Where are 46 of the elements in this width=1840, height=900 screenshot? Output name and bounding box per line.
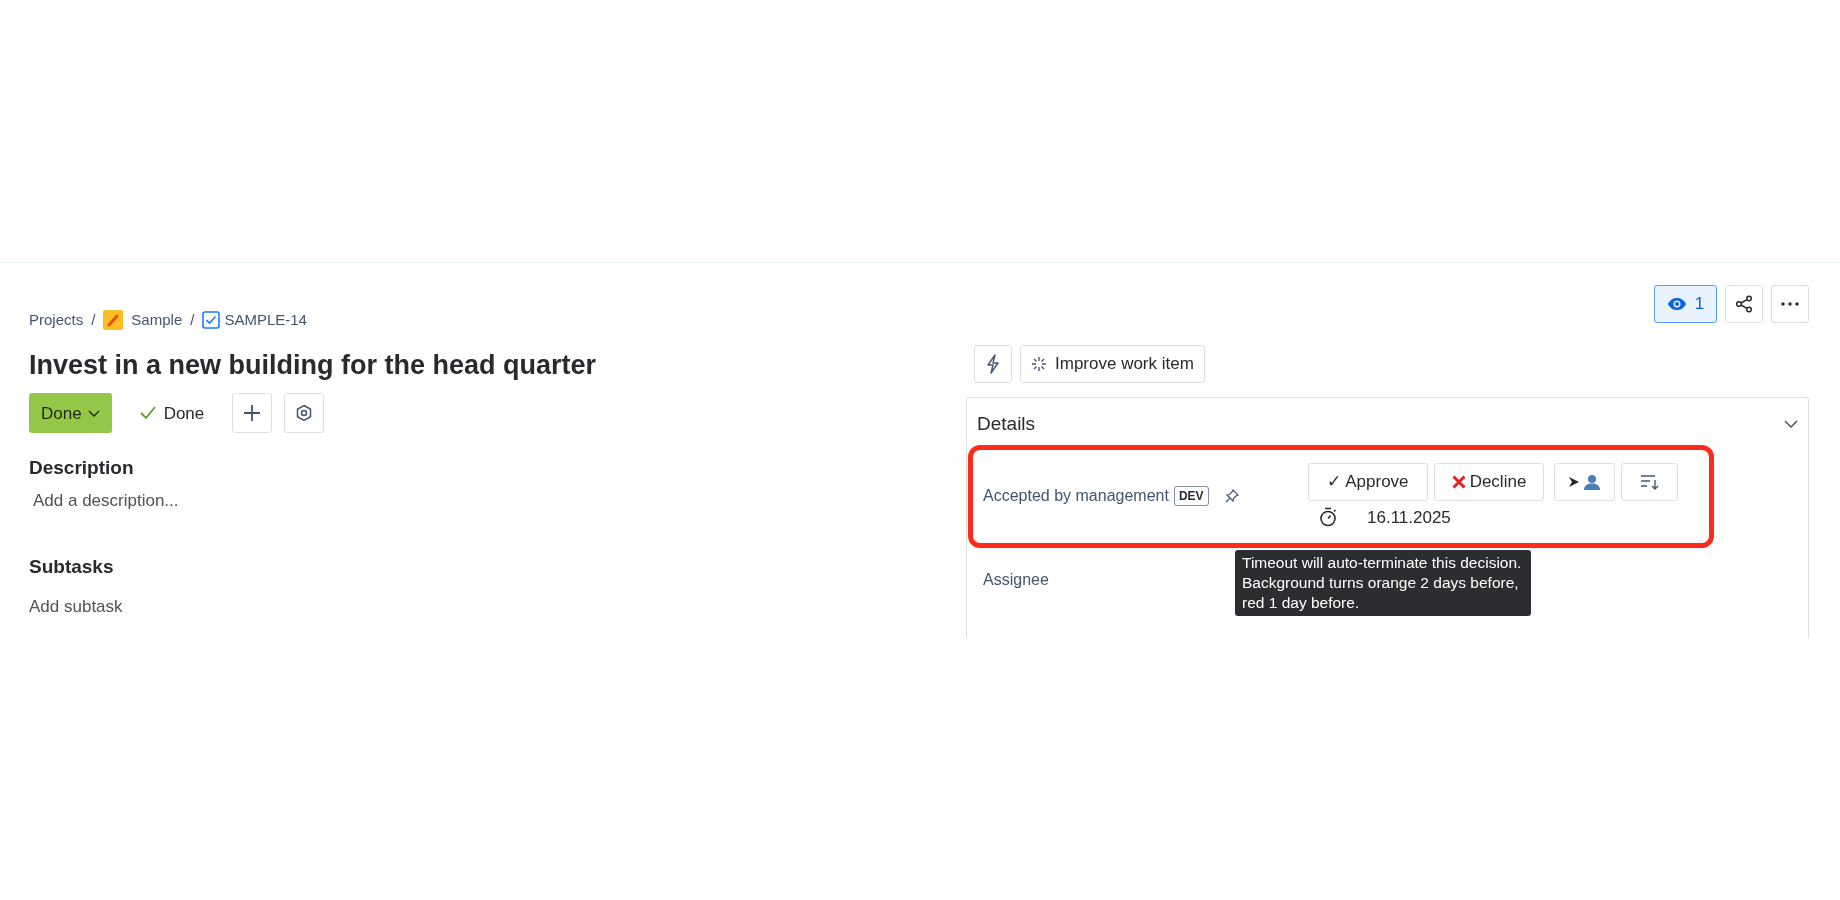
plus-icon xyxy=(243,404,262,423)
decline-button[interactable]: Decline xyxy=(1434,462,1544,501)
hexagon-icon xyxy=(295,404,314,423)
tooltip: Timeout will auto-terminate this decision. Background turns orange 2 days before, red 1 day before. xyxy=(1235,550,1531,616)
stopwatch-icon xyxy=(1319,507,1337,528)
share-button[interactable] xyxy=(1725,285,1763,323)
add-button[interactable] xyxy=(232,393,273,434)
task-icon xyxy=(202,311,221,329)
breadcrumb-link[interactable]: Projects xyxy=(29,308,84,332)
due-date: 16.11.2025 xyxy=(1367,506,1451,529)
improve-button[interactable]: Improve work item xyxy=(1020,345,1205,383)
panel-heading: Details xyxy=(977,412,1036,436)
section-heading: Description xyxy=(29,457,135,481)
lightning-icon xyxy=(986,354,1000,374)
breadcrumb-link[interactable]: Sample xyxy=(131,308,183,332)
forward-person-icon xyxy=(1567,472,1602,491)
chevron-icon[interactable] xyxy=(1784,420,1798,429)
sort-button[interactable] xyxy=(1621,462,1678,501)
section-heading: Subtasks xyxy=(29,555,115,579)
delegate-button[interactable] xyxy=(1554,462,1615,501)
field-label: Accepted by management xyxy=(983,486,1169,507)
pin-icon[interactable] xyxy=(1224,489,1239,504)
more-icon xyxy=(1781,302,1799,306)
sparkle-icon xyxy=(1031,356,1047,372)
watch-button[interactable]: 1 xyxy=(1654,285,1717,323)
separator: / xyxy=(91,309,96,330)
sort-icon xyxy=(1639,473,1660,490)
automation-button[interactable] xyxy=(974,345,1012,383)
resolution-text: Done xyxy=(163,402,205,425)
breadcrumb-link[interactable]: SAMPLE-14 xyxy=(224,308,307,332)
share-icon xyxy=(1735,295,1753,313)
eye-icon xyxy=(1666,297,1687,311)
field-label: Assignee xyxy=(983,570,1049,590)
cross-icon xyxy=(1451,474,1466,489)
add-subtask-link[interactable]: Add subtask xyxy=(29,594,974,620)
page-title: Invest in a new building for the head quarter xyxy=(29,349,598,382)
project-icon xyxy=(103,310,124,330)
approve-button[interactable]: ✓ Approve xyxy=(1308,462,1428,501)
settings-button[interactable] xyxy=(284,393,325,434)
environment-tag: DEV xyxy=(1173,486,1209,507)
status-dropdown[interactable]: Done xyxy=(29,393,112,434)
chevron-icon xyxy=(87,409,100,417)
more-button[interactable] xyxy=(1771,285,1809,323)
description-placeholder[interactable]: Add a description... xyxy=(33,488,974,514)
separator: / xyxy=(190,309,195,330)
check-icon xyxy=(139,406,156,421)
